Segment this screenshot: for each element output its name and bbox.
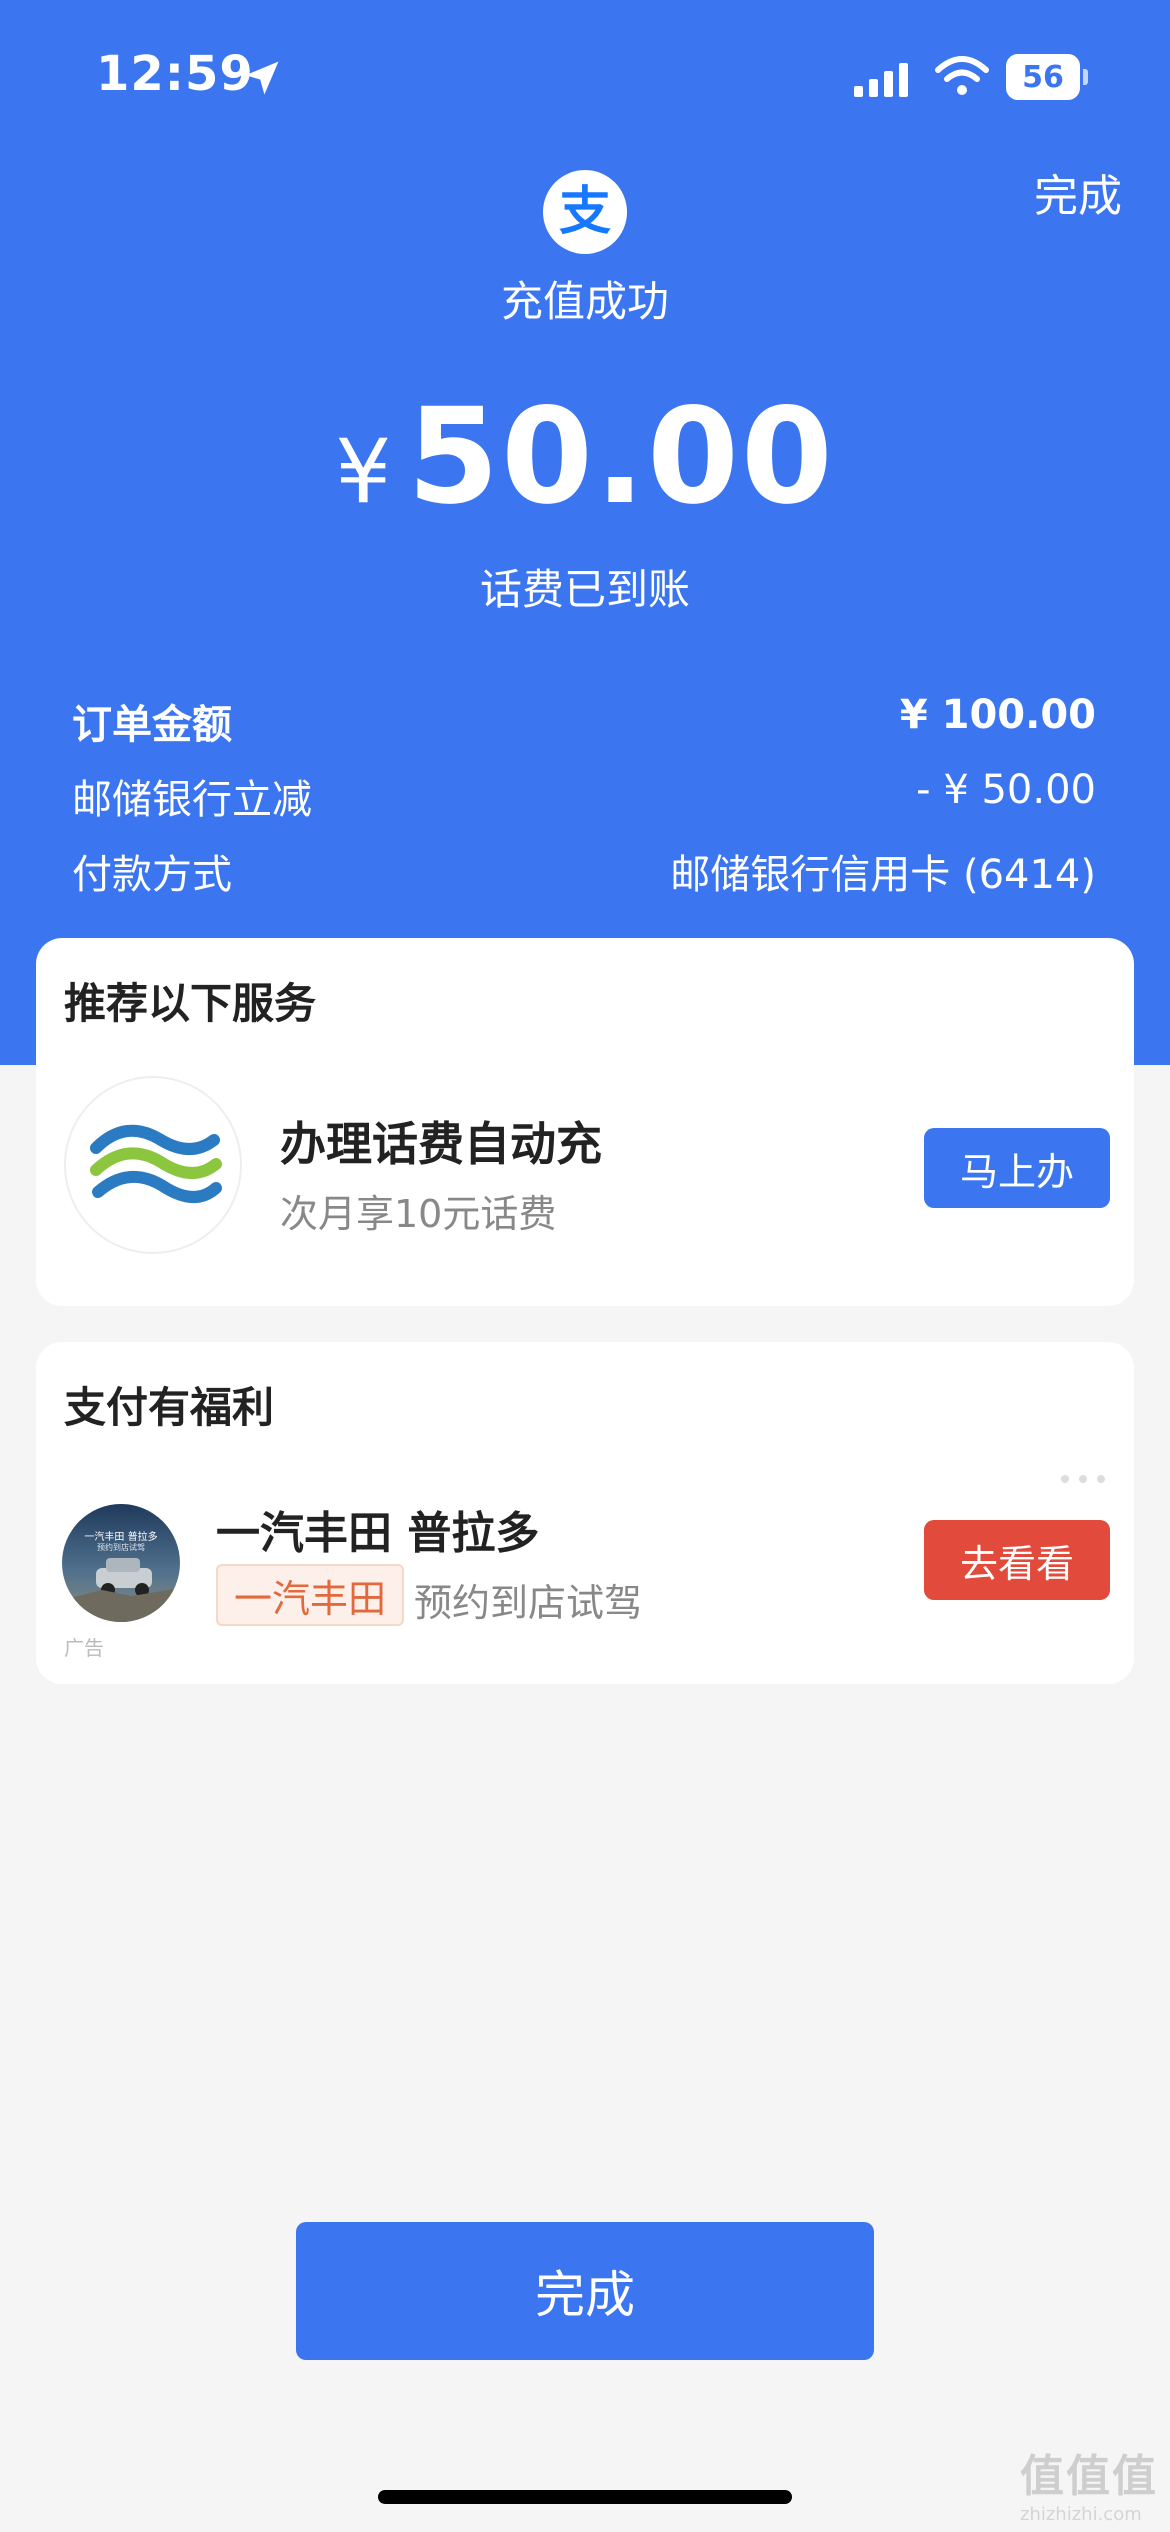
detail-row-discount: 邮储银行立减 - ¥ 50.00 (72, 767, 1096, 825)
home-indicator[interactable] (378, 2490, 792, 2504)
alipay-logo-char: 支 (558, 182, 611, 242)
benefit-card: 支付有福利 一汽丰田 普拉多 预约到店试驾 广告 一汽丰田 普拉多 一汽丰田 预… (36, 1342, 1134, 1684)
success-title: 充值成功 (500, 277, 669, 326)
ad-title: 一汽丰田 普拉多 (216, 1508, 540, 1559)
service-subtitle: 次月享10元话费 (280, 1192, 557, 1236)
detail-label: 邮储银行立减 (72, 777, 312, 823)
watermark-logo: 值值值 (1020, 2451, 1158, 2502)
more-options-icon[interactable] (1058, 1472, 1108, 1486)
recommend-title: 推荐以下服务 (64, 979, 317, 1028)
car-icon (62, 1558, 180, 1622)
detail-label: 订单金额 (72, 702, 232, 748)
china-mobile-logo-icon (64, 1076, 242, 1254)
amount-display: ¥ 50.00 (0, 380, 1170, 534)
recommend-card: 推荐以下服务 办理话费自动充 次月享10元话费 马上办 (36, 938, 1134, 1306)
amount-value: 50.00 (407, 380, 835, 534)
status-bar: 12:59 56 (0, 0, 1170, 150)
currency-symbol: ¥ (335, 420, 392, 523)
battery-tip (1083, 69, 1088, 85)
ad-thumbnail[interactable]: 一汽丰田 普拉多 预约到店试驾 (62, 1504, 180, 1622)
done-button[interactable]: 完成 (296, 2222, 874, 2360)
detail-value: 邮储银行信用卡 (6414) (670, 852, 1096, 898)
benefit-title: 支付有福利 (64, 1383, 275, 1432)
ad-label: 广告 (64, 1636, 104, 1660)
wifi-icon (935, 56, 989, 95)
detail-value: - ¥ 50.00 (916, 767, 1096, 813)
go-see-button[interactable]: 去看看 (924, 1520, 1110, 1600)
detail-row-payment-method: 付款方式 邮储银行信用卡 (6414) (72, 842, 1096, 900)
detail-row-order-amount: 订单金额 ¥ 100.00 (72, 692, 1096, 750)
brand-tag: 一汽丰田 (216, 1564, 405, 1626)
battery-level: 56 (1006, 54, 1080, 100)
detail-label: 付款方式 (72, 852, 232, 898)
cellular-signal-icon (854, 63, 908, 97)
service-title: 办理话费自动充 (280, 1117, 602, 1171)
done-link-top[interactable]: 完成 (1034, 160, 1122, 224)
detail-value: ¥ 100.00 (899, 692, 1096, 738)
ad-description: 预约到店试驾 (414, 1581, 643, 1625)
apply-now-button[interactable]: 马上办 (924, 1128, 1110, 1208)
watermark: 值值值 zhizhizhi.com (1020, 2440, 1160, 2525)
location-arrow-icon (245, 61, 279, 95)
alipay-logo: 支 (543, 170, 627, 254)
china-mobile-logo-graphic (90, 1124, 222, 1203)
battery-indicator: 56 (1006, 54, 1088, 100)
arrival-status: 话费已到账 (479, 565, 690, 614)
watermark-text: zhizhizhi.com (1020, 2504, 1142, 2525)
status-time: 12:59 (96, 46, 254, 102)
